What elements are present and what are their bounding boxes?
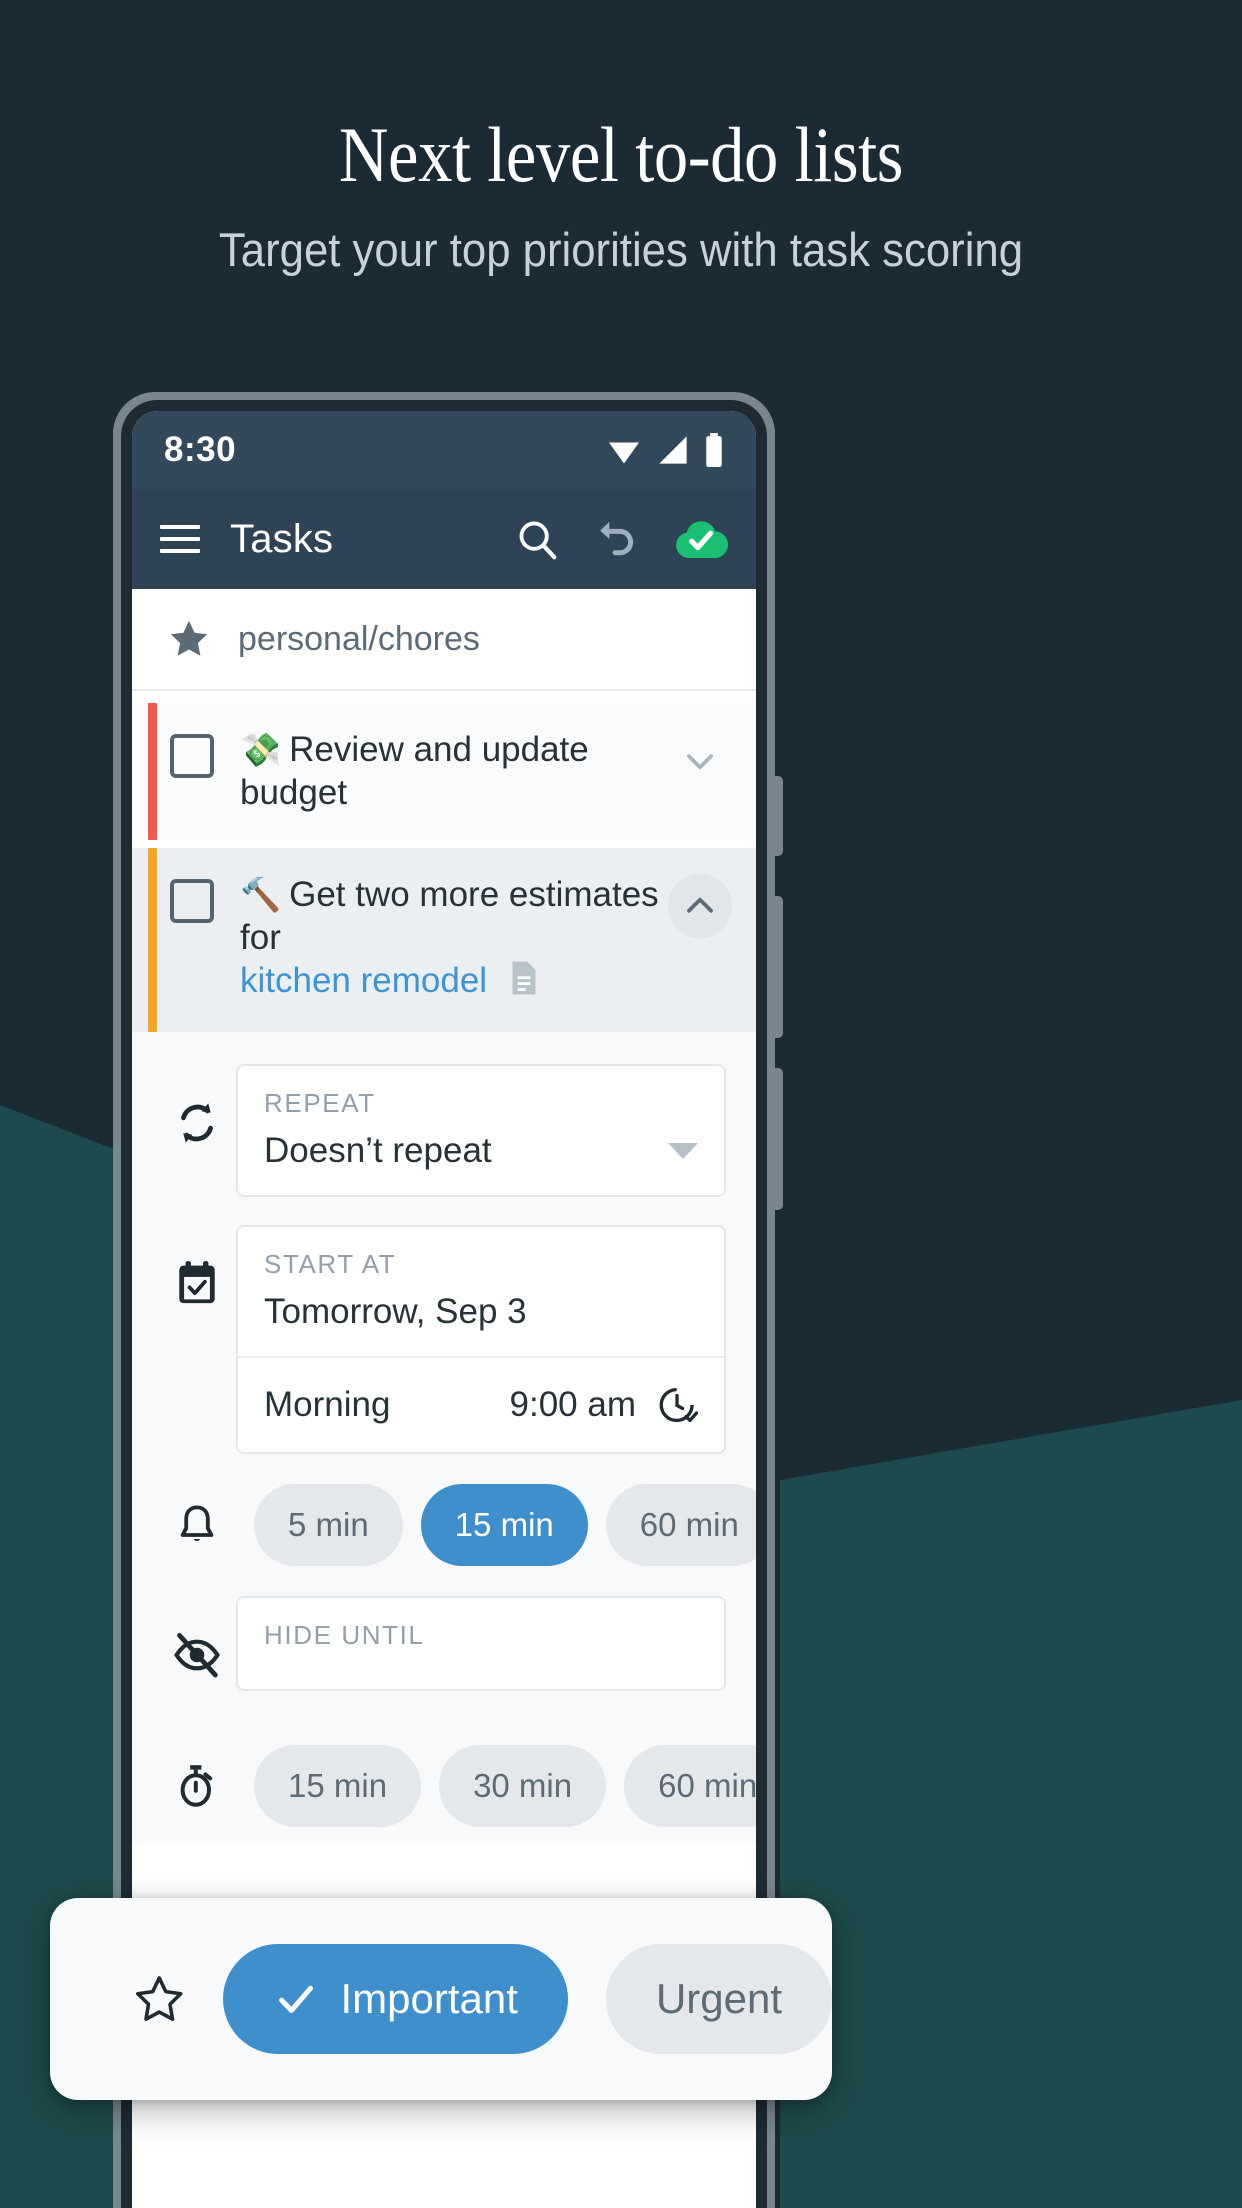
star-filled-icon bbox=[170, 620, 208, 656]
note-document-icon[interactable] bbox=[509, 960, 539, 1007]
chevron-down-icon[interactable] bbox=[668, 729, 732, 793]
bell-icon bbox=[158, 1501, 236, 1549]
caret-down-icon[interactable] bbox=[668, 1143, 698, 1160]
hero-subtitle: Target your top priorities with task sco… bbox=[218, 222, 1024, 276]
repeat-icon bbox=[158, 1064, 236, 1148]
chevron-up-icon[interactable] bbox=[668, 874, 732, 939]
search-icon[interactable] bbox=[514, 516, 560, 562]
hide-until-field[interactable]: HIDE UNTIL bbox=[236, 1596, 726, 1692]
start-at-value-row: Tomorrow, Sep 3 bbox=[238, 1280, 724, 1356]
undo-icon[interactable] bbox=[594, 516, 640, 562]
start-at-field-row: START AT Tomorrow, Sep 3 Morning 9:00 am bbox=[132, 1211, 756, 1468]
hero-title: Next level to-do lists bbox=[338, 111, 904, 198]
start-at-field[interactable]: START AT Tomorrow, Sep 3 Morning 9:00 am bbox=[236, 1225, 726, 1455]
reminder-chip[interactable]: 5 min bbox=[254, 1484, 403, 1567]
start-time-right: 9:00 am bbox=[510, 1384, 698, 1426]
priority-highlight-card: Important Urgent bbox=[50, 1898, 832, 2100]
hero-section: Next level to-do lists Target your top p… bbox=[0, 0, 1242, 277]
calendar-check-icon bbox=[158, 1225, 236, 1309]
duration-chip[interactable]: 30 min bbox=[439, 1745, 607, 1828]
task-detail-panel: REPEAT Doesn’t repeat START AT Tomorrow,… bbox=[132, 1032, 756, 1844]
status-time: 8:30 bbox=[164, 430, 237, 469]
task-link[interactable]: kitchen remodel bbox=[240, 961, 487, 1000]
status-bar: 8:30 bbox=[132, 411, 756, 489]
urgent-chip[interactable]: Urgent bbox=[605, 1944, 832, 2054]
eye-off-icon bbox=[158, 1596, 236, 1680]
task-emoji: 💸 bbox=[240, 731, 282, 768]
repeat-value: Doesn’t repeat bbox=[264, 1131, 492, 1171]
battery-icon bbox=[706, 433, 722, 467]
reminder-chips-row: 5 min 15 min 60 min 1 day bbox=[132, 1468, 756, 1582]
hide-until-label: HIDE UNTIL bbox=[264, 1620, 425, 1651]
duration-chip[interactable]: 60 min bbox=[624, 1745, 756, 1828]
task-title: Get two more estimates for bbox=[240, 875, 659, 958]
repeat-label: REPEAT bbox=[264, 1088, 376, 1119]
repeat-value-row: Doesn’t repeat bbox=[238, 1119, 724, 1195]
hide-until-field-row: HIDE UNTIL bbox=[132, 1582, 756, 1705]
start-time-label: Morning bbox=[264, 1385, 391, 1425]
list-header[interactable]: personal/chores bbox=[132, 589, 756, 691]
reminder-chip[interactable]: 15 min bbox=[420, 1484, 588, 1567]
star-outline-icon[interactable] bbox=[134, 1960, 185, 2038]
signal-icon bbox=[659, 436, 687, 464]
important-chip-label: Important bbox=[340, 1975, 518, 2022]
repeat-field[interactable]: REPEAT Doesn’t repeat bbox=[236, 1064, 726, 1198]
priority-indicator-bar bbox=[148, 703, 157, 841]
start-time-row[interactable]: Morning 9:00 am bbox=[238, 1356, 724, 1452]
table-row[interactable]: 🔨 Get two more estimates for kitchen remo… bbox=[132, 848, 756, 1033]
task-title: Review and update budget bbox=[240, 730, 589, 812]
task-checkbox[interactable] bbox=[170, 879, 214, 924]
task-checkbox[interactable] bbox=[170, 734, 214, 778]
start-at-label: START AT bbox=[264, 1249, 397, 1280]
list-header-label: personal/chores bbox=[238, 619, 480, 658]
duration-chip[interactable]: 15 min bbox=[254, 1745, 422, 1828]
stopwatch-icon bbox=[158, 1762, 236, 1810]
app-bar-actions bbox=[514, 516, 729, 562]
task-title-block: 🔨 Get two more estimates for kitchen remo… bbox=[240, 874, 668, 1006]
wifi-icon bbox=[609, 442, 639, 464]
duration-chips-row: 15 min 30 min 60 min 90+ min bbox=[132, 1705, 756, 1843]
check-icon bbox=[278, 1985, 313, 2013]
urgent-chip-label: Urgent bbox=[655, 1975, 782, 2022]
sync-cloud-check-icon[interactable] bbox=[674, 516, 729, 562]
hamburger-menu-icon[interactable] bbox=[160, 525, 200, 553]
table-row[interactable]: 💸 Review and update budget bbox=[132, 703, 756, 841]
start-at-value: Tomorrow, Sep 3 bbox=[264, 1292, 527, 1332]
page-root: Next level to-do lists Target your top p… bbox=[0, 0, 1242, 2208]
task-title-block: 💸 Review and update budget bbox=[240, 729, 668, 814]
status-icon-group bbox=[606, 433, 724, 467]
app-bar: Tasks bbox=[132, 489, 756, 589]
task-emoji: 🔨 bbox=[240, 876, 282, 914]
clock-check-icon[interactable] bbox=[656, 1384, 698, 1426]
important-chip[interactable]: Important bbox=[222, 1944, 568, 2054]
reminder-chip[interactable]: 60 min bbox=[605, 1484, 756, 1567]
app-bar-title: Tasks bbox=[230, 516, 334, 561]
priority-indicator-bar bbox=[148, 848, 157, 1033]
start-time-value: 9:00 am bbox=[509, 1385, 636, 1425]
repeat-field-row: REPEAT Doesn’t repeat bbox=[132, 1050, 756, 1211]
